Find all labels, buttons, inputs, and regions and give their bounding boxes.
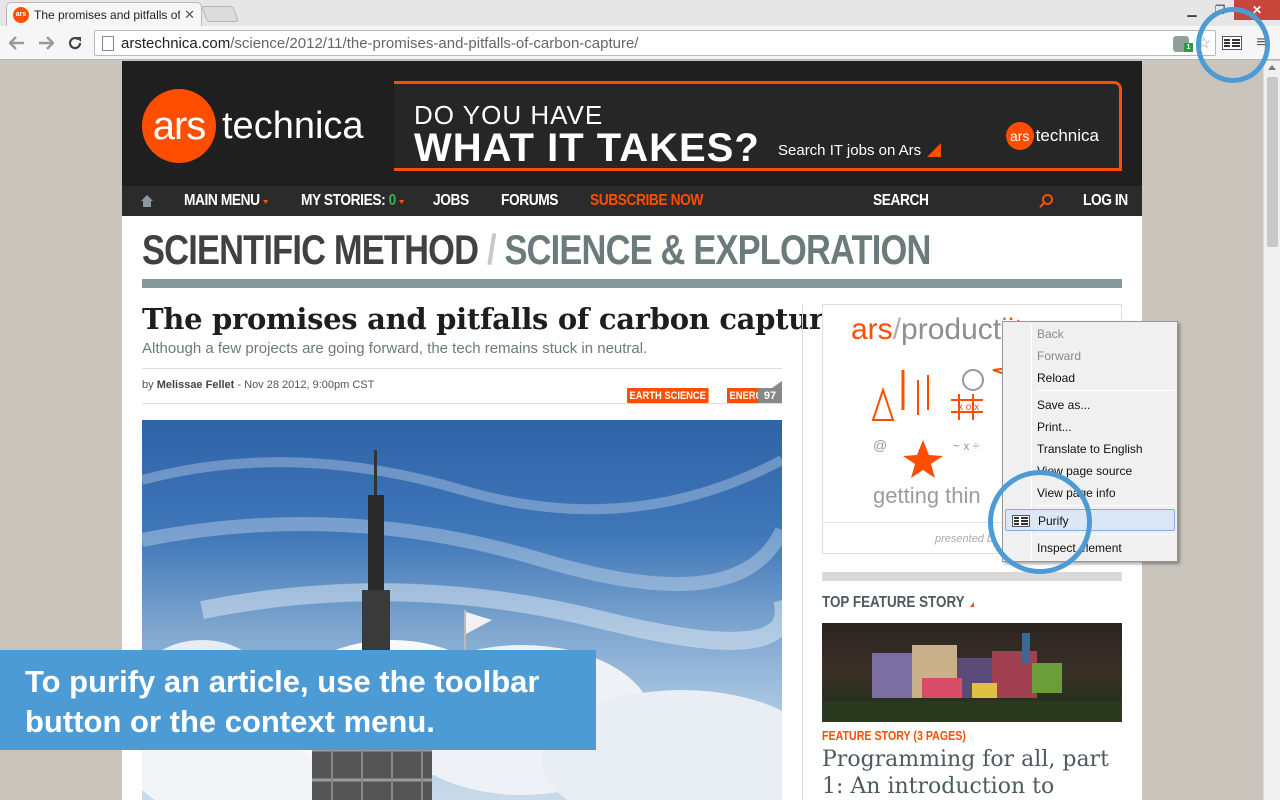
svg-text:@: @: [873, 437, 887, 453]
home-icon[interactable]: [141, 195, 153, 207]
feature-story-label: FEATURE STORY (3 PAGES): [822, 728, 966, 743]
divider: [142, 403, 782, 404]
article-dek: Although a few projects are going forwar…: [142, 340, 648, 357]
menu-item-back[interactable]: Back: [1005, 323, 1175, 345]
forward-arrow-icon[interactable]: [35, 32, 57, 54]
ad-search-label: Search IT jobs on Ars: [778, 142, 922, 159]
url-host: arstechnica.com: [121, 34, 231, 52]
new-tab-button[interactable]: [201, 6, 239, 22]
url-path: /science/2012/11/the-promises-and-pitfal…: [230, 34, 639, 52]
address-bar[interactable]: arstechnica.com/science/2012/11/the-prom…: [94, 30, 1216, 56]
tag-earth-science[interactable]: EARTH SCIENCE: [627, 388, 709, 404]
menu-item-reload[interactable]: Reload: [1005, 367, 1175, 389]
ad-logo-word: technica: [1035, 126, 1099, 145]
article-headline: The promises and pitfalls of carbon capt…: [142, 302, 843, 336]
tab-close-icon[interactable]: ✕: [184, 7, 195, 23]
ad-logo-circle: ars: [1005, 122, 1034, 150]
ad-title: ars/productiit: [851, 313, 1023, 347]
menu-item-save-as[interactable]: Save as...: [1005, 394, 1175, 416]
minimize-icon[interactable]: ▁: [1178, 0, 1206, 20]
nav-search[interactable]: SEARCH: [873, 186, 929, 216]
logo-circle: ars: [142, 89, 216, 163]
article-tags: EARTH SCIENCE ENERGY: [627, 388, 779, 404]
section-secondary[interactable]: SCIENCE & EXPLORATION: [504, 226, 931, 273]
chevron-down-icon: [399, 200, 405, 204]
tab-title: The promises and pitfalls of carbon capt…: [34, 7, 181, 22]
ad-title-rest: producti: [901, 313, 1008, 346]
ars-favicon-icon: ars: [13, 6, 29, 23]
browser-toolbar: arstechnica.com/science/2012/11/the-prom…: [0, 26, 1280, 60]
svg-text:x o x: x o x: [958, 402, 979, 413]
ad-line2: WHAT IT TAKES?: [414, 126, 760, 170]
nav-login[interactable]: LOG IN: [1083, 186, 1128, 216]
menu-item-print[interactable]: Print...: [1005, 416, 1175, 438]
highlight-circle-menu: [988, 470, 1092, 574]
feature-story-title[interactable]: Programming for all, part 1: An introduc…: [822, 746, 1132, 800]
ad-title-ars: ars: [851, 313, 893, 346]
main-nav: MAIN MENU MY STORIES: 0 JOBS FORUMS SUBS…: [122, 186, 1142, 216]
caption-line1: To purify an article, use the toolbar: [25, 664, 540, 699]
masthead: ars technica DO YOU HAVE WHAT IT TAKES? …: [122, 61, 1142, 186]
highlight-circle-toolbar: [1196, 7, 1270, 83]
menu-item-forward[interactable]: Forward: [1005, 345, 1175, 367]
top-feature-label: TOP FEATURE STORY: [822, 594, 965, 611]
section-rule: [142, 279, 1122, 288]
section-title: SCIENTIFIC METHOD / SCIENCE & EXPLORATIO…: [142, 226, 931, 274]
article-dateline: - Nov 28 2012, 9:00pm CST: [237, 379, 375, 391]
author-link[interactable]: Melissae Fellet: [157, 379, 235, 391]
svg-text:~ x ÷: ~ x ÷: [953, 439, 980, 453]
page-scrollbar[interactable]: [1263, 61, 1280, 800]
nav-forums[interactable]: FORUMS: [501, 186, 558, 216]
ad-tagline: getting thin: [873, 483, 981, 508]
byline-by: by: [142, 379, 154, 391]
ad-search-text: Search IT jobs on Ars: [778, 142, 942, 159]
comment-count-badge[interactable]: 97: [758, 381, 782, 404]
section-separator: /: [486, 226, 497, 273]
scroll-thumb[interactable]: [1267, 77, 1278, 247]
nav-jobs[interactable]: JOBS: [433, 186, 469, 216]
ad-triangle-icon: [927, 143, 942, 157]
ars-logo[interactable]: ars technica: [142, 89, 364, 163]
jobs-banner-ad[interactable]: DO YOU HAVE WHAT IT TAKES? Search IT job…: [394, 81, 1122, 171]
column-divider: [802, 304, 803, 800]
chevron-down-icon: [263, 200, 269, 204]
browser-tab[interactable]: ars The promises and pitfalls of carbon …: [6, 2, 202, 26]
feature-story-image[interactable]: [822, 623, 1122, 722]
instruction-caption: To purify an article, use the toolbar bu…: [0, 650, 596, 750]
reload-icon[interactable]: [64, 32, 86, 54]
nav-main-menu-label: MAIN MENU: [184, 192, 260, 209]
ad-title-slash: /: [892, 313, 902, 346]
ad-logo: ars technica: [1005, 122, 1099, 150]
nav-my-stories[interactable]: MY STORIES: 0: [301, 186, 405, 216]
section-primary[interactable]: SCIENTIFIC METHOD: [142, 226, 479, 273]
top-feature-heading: TOP FEATURE STORY: [822, 594, 974, 612]
article-byline: by Melissae Fellet - Nov 28 2012, 9:00pm…: [142, 379, 374, 391]
divider: [822, 572, 1122, 581]
my-stories-count: 0: [388, 192, 397, 209]
ad-presented-by: presented b: [935, 533, 994, 545]
nav-main-menu[interactable]: MAIN MENU: [184, 186, 269, 216]
menu-item-translate[interactable]: Translate to English: [1005, 438, 1175, 460]
back-arrow-icon[interactable]: [6, 32, 28, 54]
scroll-up-icon[interactable]: [1268, 65, 1276, 70]
nav-subscribe[interactable]: SUBSCRIBE NOW: [590, 186, 703, 216]
menu-separator: [1035, 390, 1175, 391]
browser-titlebar: ars The promises and pitfalls of carbon …: [0, 0, 1280, 26]
page-icon: [102, 36, 114, 51]
search-icon[interactable]: [1042, 194, 1053, 205]
logo-word: technica: [222, 104, 364, 147]
divider: [142, 368, 782, 369]
triangle-icon: [969, 602, 974, 607]
extension-badge: 1: [1184, 43, 1193, 52]
caption-line2: button or the context menu.: [25, 704, 435, 739]
nav-my-stories-label: MY STORIES:: [301, 192, 386, 209]
